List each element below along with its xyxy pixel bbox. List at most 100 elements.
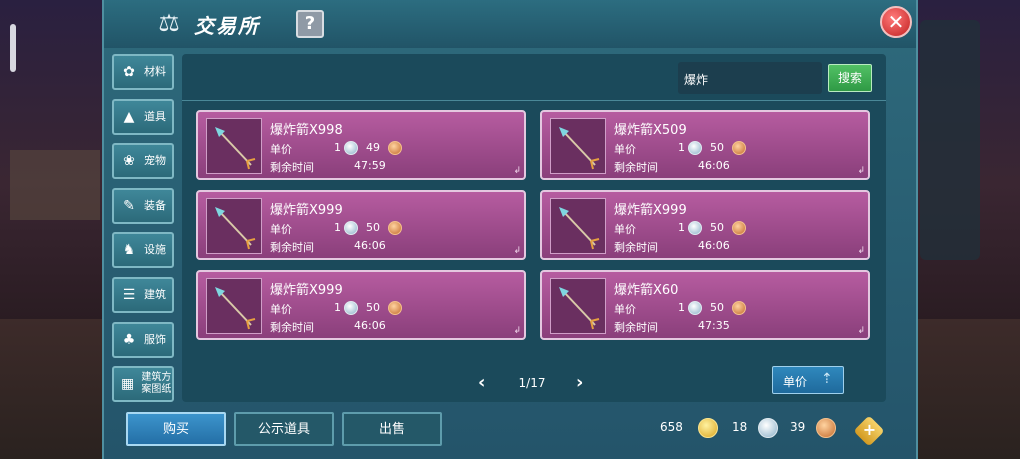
- category-pets[interactable]: ❀ 宠物: [112, 143, 174, 180]
- item-name: 爆炸箭X60: [614, 283, 679, 298]
- time-left-label: 剩余时间: [270, 241, 314, 254]
- title-bar: ⚖ 交易所 ? ✕: [104, 0, 916, 48]
- sort-by-price-button[interactable]: 单价 ⇡: [772, 366, 844, 394]
- copper-coin-icon: [388, 141, 402, 155]
- divider: [182, 100, 886, 101]
- gold-coin-icon: [698, 418, 718, 438]
- arrow-item-icon: [550, 198, 606, 254]
- category-blueprints[interactable]: ▦ 建筑方案图纸: [112, 366, 174, 403]
- listing-card[interactable]: 爆炸箭X509 单价 1 50 剩余时间 46:06 ↲: [540, 110, 870, 180]
- copper-price: 49: [366, 141, 380, 154]
- item-name: 爆炸箭X999: [270, 283, 343, 298]
- listing-card[interactable]: 爆炸箭X998 单价 1 49 剩余时间 47:59 ↲: [196, 110, 526, 180]
- category-clothing[interactable]: ♣ 服饰: [112, 321, 174, 358]
- arrow-item-icon: [550, 118, 606, 174]
- silver-coin-icon: [688, 301, 702, 315]
- item-name: 爆炸箭X998: [270, 123, 343, 138]
- time-left-value: 47:35: [698, 319, 730, 332]
- silver-coin-icon: [344, 141, 358, 155]
- paw-icon: ❀: [123, 153, 135, 170]
- pagination: ‹ 1/17 ›: [472, 372, 592, 394]
- page-indicator: 1/17: [518, 376, 546, 390]
- copper-price: 50: [710, 301, 724, 314]
- item-name: 爆炸箭X999: [614, 203, 687, 218]
- unit-price-label: 单价: [270, 303, 292, 316]
- next-page-button[interactable]: ›: [576, 372, 583, 393]
- silver-coin-icon: [344, 221, 358, 235]
- sort-label: 单价: [783, 375, 808, 389]
- silver-coin-icon: [688, 221, 702, 235]
- copper-coin-icon: [388, 221, 402, 235]
- copper-coin-icon: [388, 301, 402, 315]
- scales-icon: ⚖: [158, 9, 180, 37]
- unit-price-row: 单价: [270, 141, 292, 157]
- copper-coin-icon: [732, 221, 746, 235]
- unit-price-label: 单价: [614, 223, 636, 236]
- unit-price-label: 单价: [614, 303, 636, 316]
- gold-amount: 658: [660, 420, 683, 434]
- time-left-value: 46:06: [354, 319, 386, 332]
- category-materials[interactable]: ✿ 材料: [112, 54, 174, 90]
- window-title: 交易所: [194, 14, 260, 38]
- arrow-item-icon: [206, 198, 262, 254]
- time-left-value: 47:59: [354, 159, 386, 172]
- hut: [10, 150, 100, 220]
- listing-card[interactable]: 爆炸箭X60 单价 1 50 剩余时间 47:35 ↲: [540, 270, 870, 340]
- copper-price: 50: [366, 221, 380, 234]
- copper-price: 50: [710, 221, 724, 234]
- unit-price-label: 单价: [270, 223, 292, 236]
- silver-price: 1: [334, 301, 341, 314]
- unit-price-row: 单价: [614, 221, 636, 237]
- unit-price-row: 单价: [270, 301, 292, 317]
- listing-card[interactable]: 爆炸箭X999 单价 1 50 剩余时间 46:06 ↲: [196, 190, 526, 260]
- category-facilities[interactable]: ♞ 设施: [112, 232, 174, 269]
- arrow-item-icon: [206, 118, 262, 174]
- time-left-row: 剩余时间: [614, 239, 658, 255]
- time-left-label: 剩余时间: [614, 321, 658, 334]
- equipment-icon: ✎: [123, 197, 135, 214]
- arrow-item-icon: [550, 278, 606, 334]
- unit-price-row: 单价: [614, 141, 636, 157]
- time-left-value: 46:06: [354, 239, 386, 252]
- corner-mark-icon: ↲: [513, 246, 521, 256]
- exchange-window: ⚖ 交易所 ? ✕ ✿ 材料 ▲ 道具 ❀ 宠物 ✎ 装备 ♞ 设施 ☰ 建筑 ♣ 服饰 ▦ 建…: [102, 0, 918, 459]
- add-currency-button[interactable]: +: [853, 415, 885, 447]
- corner-mark-icon: ↲: [857, 326, 865, 336]
- listing-card[interactable]: 爆炸箭X999 单价 1 50 剩余时间 46:06 ↲: [540, 190, 870, 260]
- arrow-item-icon: [206, 278, 262, 334]
- category-buildings[interactable]: ☰ 建筑: [112, 276, 174, 313]
- help-button[interactable]: ?: [296, 10, 324, 38]
- sort-arrow-icon: ⇡: [821, 371, 833, 387]
- search-input[interactable]: 爆炸: [678, 62, 822, 94]
- side-handle[interactable]: [10, 24, 16, 72]
- time-left-value: 46:06: [698, 159, 730, 172]
- category-items[interactable]: ▲ 道具: [112, 98, 174, 135]
- close-button[interactable]: ✕: [880, 6, 912, 38]
- time-left-label: 剩余时间: [270, 321, 314, 334]
- silver-price: 1: [334, 141, 341, 154]
- tower: [920, 20, 980, 260]
- time-left-label: 剩余时间: [614, 241, 658, 254]
- time-left-row: 剩余时间: [270, 239, 314, 255]
- buy-button[interactable]: 购买: [126, 412, 226, 446]
- unit-price-row: 单价: [270, 221, 292, 237]
- silver-price: 1: [334, 221, 341, 234]
- corner-mark-icon: ↲: [513, 166, 521, 176]
- clothing-icon: ♣: [122, 331, 136, 348]
- listing-card[interactable]: 爆炸箭X999 单价 1 50 剩余时间 46:06 ↲: [196, 270, 526, 340]
- time-left-label: 剩余时间: [614, 161, 658, 174]
- showcase-button[interactable]: 公示道具: [234, 412, 334, 446]
- category-equipment[interactable]: ✎ 装备: [112, 187, 174, 224]
- corner-mark-icon: ↲: [857, 246, 865, 256]
- silver-coin-icon: [758, 418, 778, 438]
- search-button[interactable]: 搜索: [828, 64, 872, 92]
- facility-icon: ♞: [122, 242, 136, 259]
- corner-mark-icon: ↲: [513, 326, 521, 336]
- sell-button[interactable]: 出售: [342, 412, 442, 446]
- time-left-value: 46:06: [698, 239, 730, 252]
- silver-coin-icon: [344, 301, 358, 315]
- prev-page-button[interactable]: ‹: [478, 372, 485, 393]
- materials-icon: ✿: [123, 64, 135, 80]
- copper-price: 50: [710, 141, 724, 154]
- time-left-row: 剩余时间: [270, 319, 314, 335]
